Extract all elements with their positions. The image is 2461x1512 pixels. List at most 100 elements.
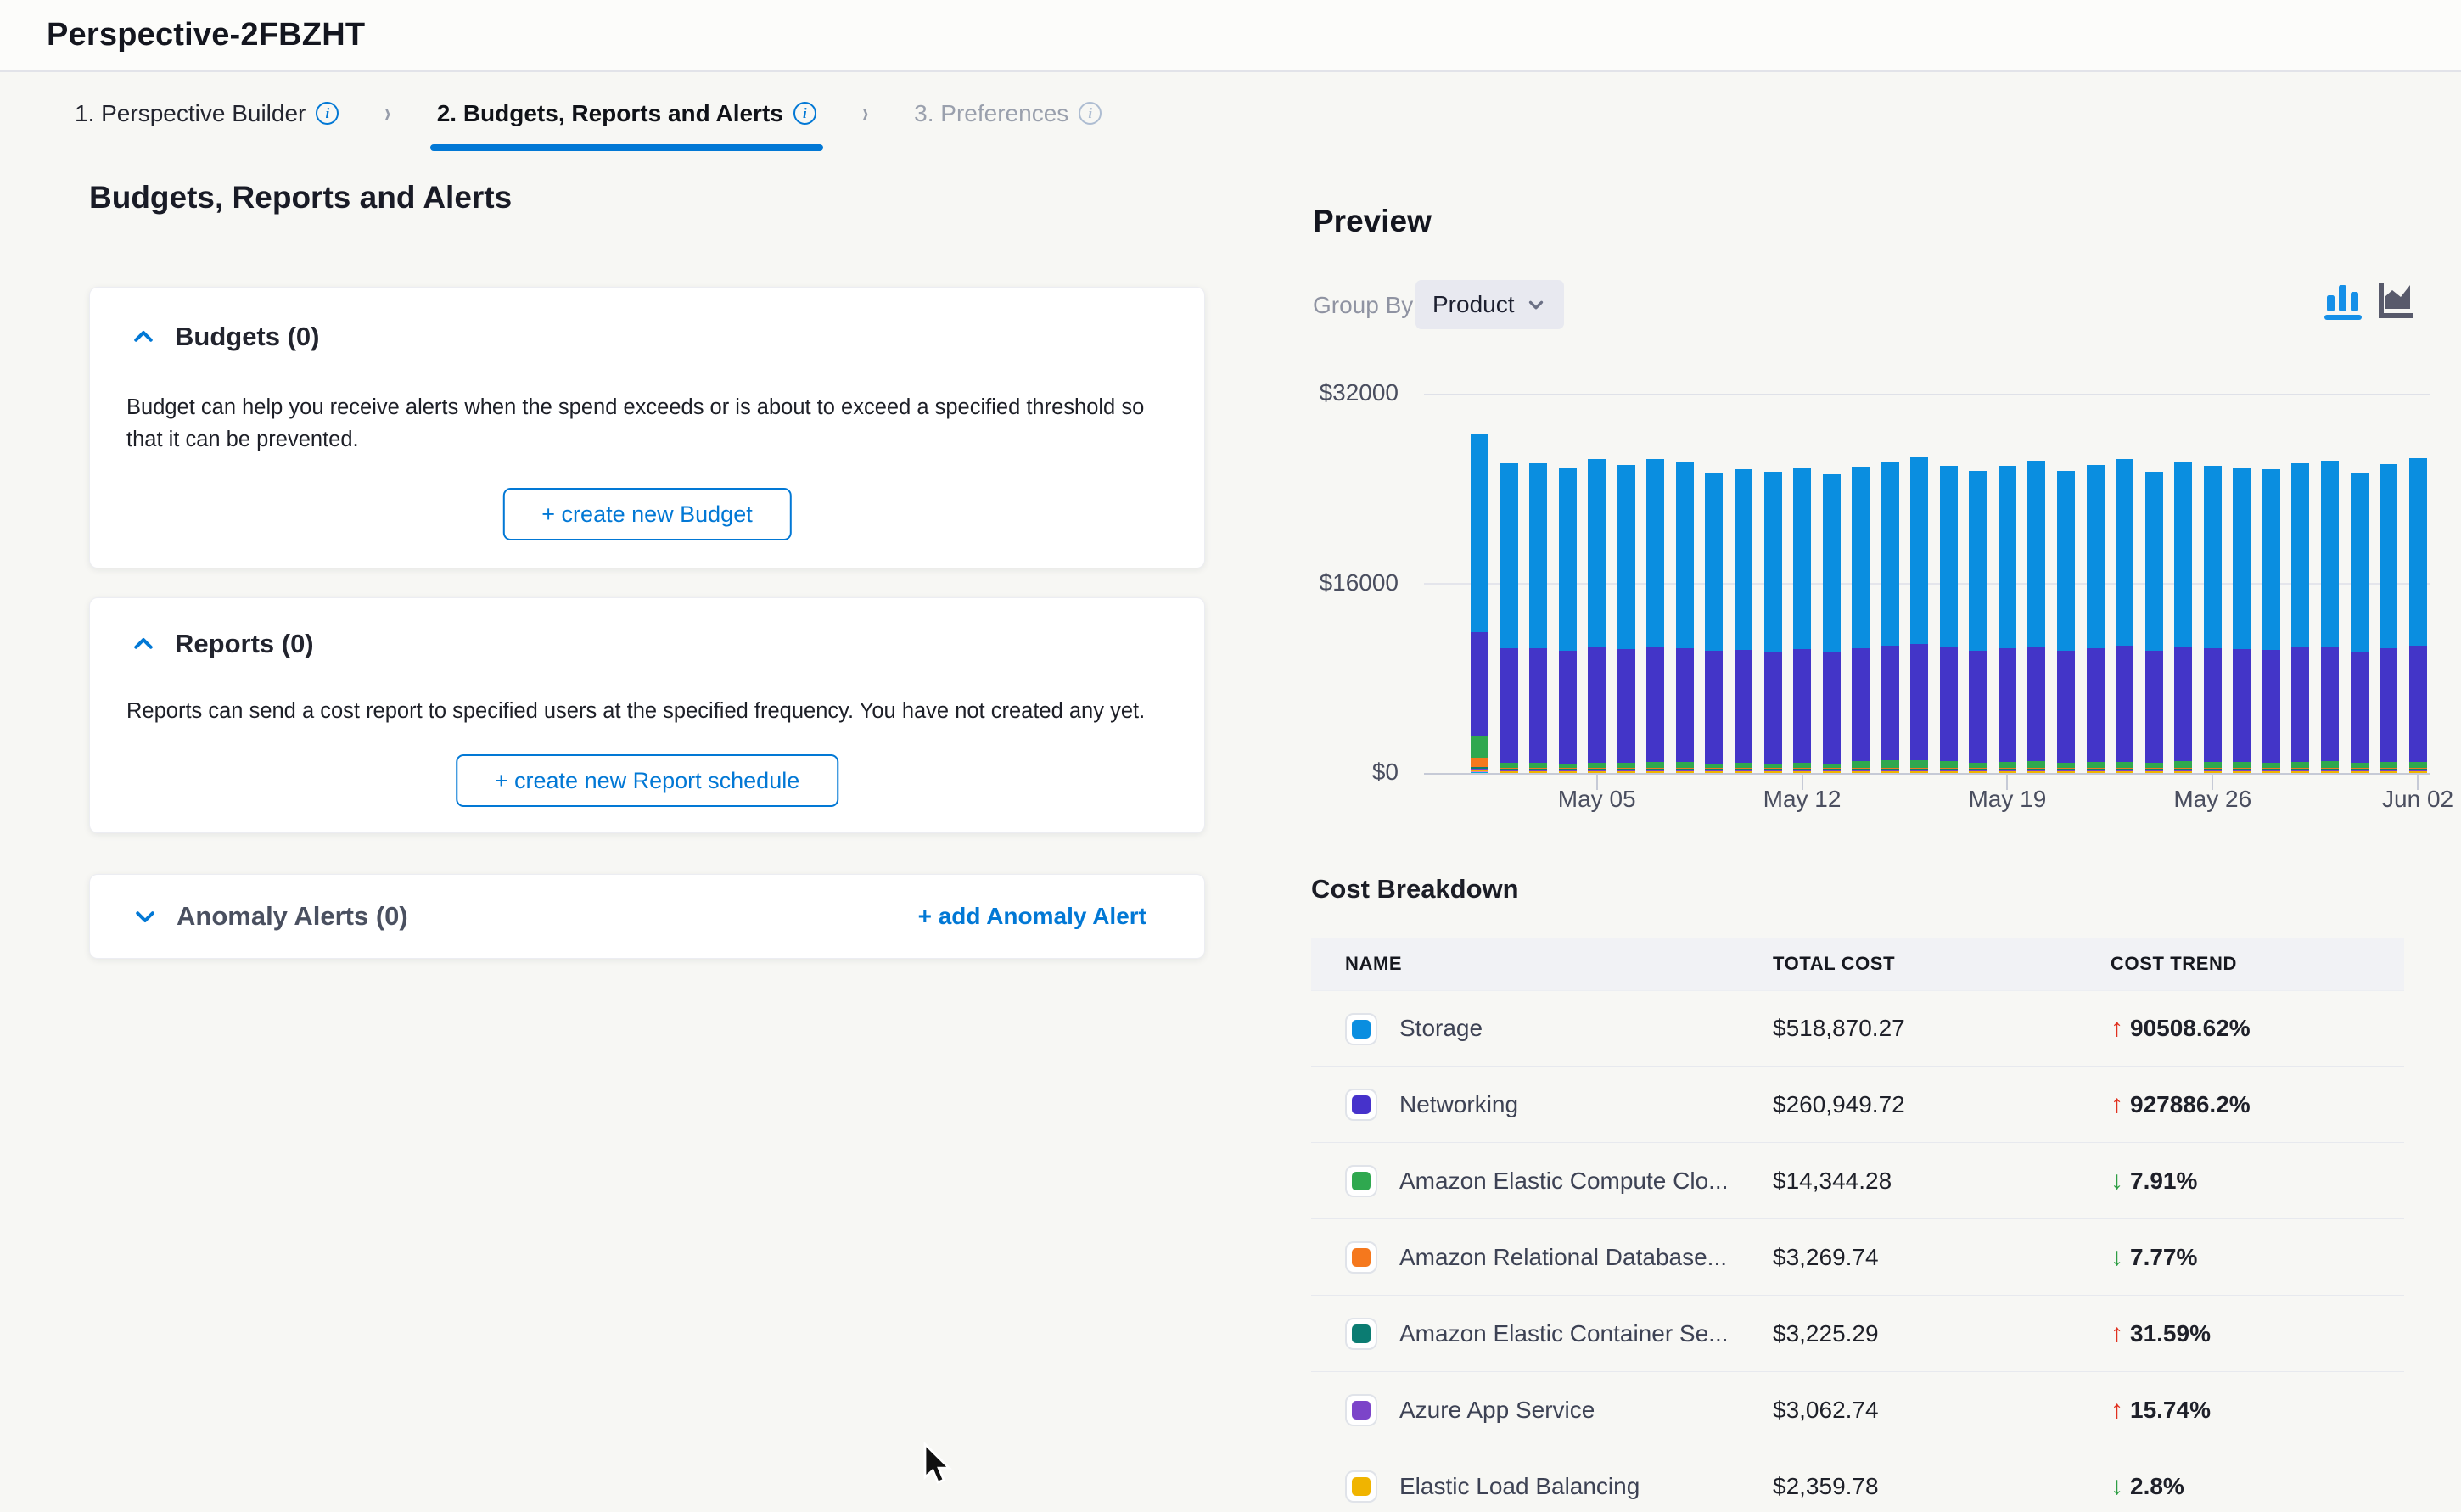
cost-breakdown-row: Elastic Load Balancing$2,359.78↓2.8%	[1311, 1448, 2404, 1512]
cost-breakdown-row: Azure App Service$3,062.74↑15.74%	[1311, 1372, 2404, 1448]
stacked-bar	[1764, 472, 1782, 773]
stacked-bar	[2409, 458, 2427, 773]
cost-breakdown-table: NAME TOTAL COST COST TREND Storage$518,8…	[1311, 938, 2404, 1512]
row-total-cost: $3,062.74	[1773, 1397, 1879, 1424]
stacked-bar	[1999, 466, 2016, 773]
area-chart-icon[interactable]	[2378, 278, 2417, 321]
row-total-cost: $3,225.29	[1773, 1320, 1879, 1347]
cost-breakdown-row: Amazon Elastic Compute Clo...$14,344.28↓…	[1311, 1143, 2404, 1219]
chevron-up-icon[interactable]	[131, 324, 156, 350]
chevron-down-icon	[1525, 294, 1547, 316]
row-total-cost: $260,949.72	[1773, 1091, 1905, 1118]
bar-chart-icon[interactable]	[2324, 278, 2363, 321]
series-color-swatch	[1345, 1165, 1377, 1197]
series-color-swatch	[1345, 1013, 1377, 1045]
x-axis-label: May 12	[1743, 786, 1862, 813]
stacked-bar	[2380, 464, 2397, 773]
row-name: Amazon Relational Database...	[1399, 1244, 1727, 1271]
series-color-swatch	[1345, 1089, 1377, 1121]
section-heading: Budgets, Reports and Alerts	[89, 180, 512, 216]
x-axis-label: May 26	[2153, 786, 2272, 813]
gridline	[1424, 394, 2430, 395]
stacked-bar	[2145, 472, 2163, 773]
stacked-bar	[2204, 466, 2222, 773]
series-color-swatch	[1345, 1470, 1377, 1503]
trend-arrow-icon: ↓	[2111, 1243, 2123, 1272]
row-cost-trend: ↑15.74%	[2111, 1396, 2211, 1425]
app-window: Perspective-2FBZHT 1. Perspective Builde…	[0, 0, 2461, 1512]
row-cost-trend: ↑90508.62%	[2111, 1014, 2251, 1043]
tab-perspective-builder[interactable]: 1. Perspective Builder i	[68, 74, 345, 153]
series-color-swatch	[1345, 1241, 1377, 1274]
stacked-bar	[1793, 468, 1811, 773]
trend-arrow-icon: ↑	[2111, 1090, 2123, 1119]
stacked-bar	[1559, 468, 1577, 773]
column-header-total-cost: TOTAL COST	[1773, 953, 1895, 975]
series-color-swatch	[1345, 1394, 1377, 1426]
x-axis-label: May 19	[1948, 786, 2066, 813]
y-axis-label: $16000	[1246, 569, 1399, 596]
stacked-bar	[1735, 469, 1752, 773]
y-axis-label: $32000	[1246, 379, 1399, 406]
anomaly-alerts-title: Anomaly Alerts (0)	[177, 901, 408, 932]
chevron-up-icon[interactable]	[131, 631, 156, 657]
x-axis-label: Jun 02	[2358, 786, 2461, 813]
chevron-right-icon: ›	[385, 97, 391, 130]
row-total-cost: $3,269.74	[1773, 1244, 1879, 1271]
stacked-bar	[2291, 463, 2309, 773]
stacked-bar	[2233, 468, 2251, 773]
chevron-right-icon: ›	[862, 97, 868, 130]
add-anomaly-alert-link[interactable]: + add Anomaly Alert	[918, 903, 1146, 930]
chart-type-toggles	[2324, 278, 2417, 321]
tab-budgets-reports-alerts[interactable]: 2. Budgets, Reports and Alerts i	[430, 74, 823, 153]
stacked-bar	[2262, 469, 2280, 773]
trend-arrow-icon: ↑	[2111, 1396, 2123, 1425]
trend-arrow-icon: ↓	[2111, 1472, 2123, 1501]
stacked-bar	[1529, 463, 1547, 773]
row-cost-trend: ↑927886.2%	[2111, 1090, 2251, 1119]
budgets-title: Budgets (0)	[175, 322, 320, 352]
group-by-label: Group By	[1313, 292, 1413, 319]
page-title: Perspective-2FBZHT	[47, 17, 365, 53]
row-cost-trend: ↑31.59%	[2111, 1319, 2211, 1348]
stacked-bar	[1676, 462, 1694, 773]
row-total-cost: $518,870.27	[1773, 1015, 1905, 1042]
cost-breakdown-row: Amazon Relational Database... $3,269.74 ↓7…	[1311, 1219, 2404, 1296]
series-color-swatch	[1345, 1318, 1377, 1350]
row-cost-trend: ↓7.77%	[2111, 1243, 2197, 1272]
reports-description: Reports can send a cost report to specif…	[126, 695, 1174, 727]
trend-arrow-icon: ↓	[2111, 1167, 2123, 1196]
trend-arrow-icon: ↑	[2111, 1319, 2123, 1348]
info-icon[interactable]: i	[1079, 102, 1102, 125]
reports-title: Reports (0)	[175, 629, 314, 659]
row-name: Amazon Elastic Container Se...	[1399, 1320, 1729, 1347]
row-name: Networking	[1399, 1091, 1518, 1118]
group-by-dropdown[interactable]: Product	[1415, 280, 1564, 329]
create-report-schedule-button[interactable]: + create new Report schedule	[456, 754, 838, 807]
stacked-bar	[2351, 473, 2369, 773]
stacked-bar	[2087, 465, 2105, 773]
cost-breakdown-heading: Cost Breakdown	[1311, 874, 1519, 904]
stacked-bar	[1705, 473, 1723, 773]
wizard-tabs: 1. Perspective Builder i › 2. Budgets, R…	[0, 74, 2461, 153]
tab-preferences[interactable]: 3. Preferences i	[907, 74, 1108, 153]
reports-card: Reports (0) Reports can send a cost repo…	[89, 597, 1205, 833]
stacked-bar	[2321, 461, 2339, 773]
column-header-name: NAME	[1345, 953, 1402, 975]
info-icon[interactable]: i	[316, 102, 339, 125]
header: Perspective-2FBZHT	[0, 0, 2461, 72]
row-cost-trend: ↓2.8%	[2111, 1472, 2184, 1501]
budgets-card: Budgets (0) Budget can help you receive …	[89, 287, 1205, 568]
stacked-bar	[2116, 459, 2133, 773]
preview-heading: Preview	[1313, 204, 1432, 239]
stacked-bar	[1471, 434, 1488, 773]
stacked-bar	[1646, 459, 1664, 773]
row-cost-trend: ↓7.91%	[2111, 1167, 2197, 1196]
info-icon[interactable]: i	[793, 102, 816, 125]
stacked-bar	[1588, 459, 1606, 773]
chevron-down-icon[interactable]	[132, 904, 158, 929]
create-budget-button[interactable]: + create new Budget	[502, 488, 791, 540]
column-header-cost-trend: COST TREND	[2111, 953, 2237, 975]
stacked-bar	[1969, 471, 1987, 773]
row-name: Amazon Elastic Compute Clo...	[1399, 1168, 1729, 1195]
